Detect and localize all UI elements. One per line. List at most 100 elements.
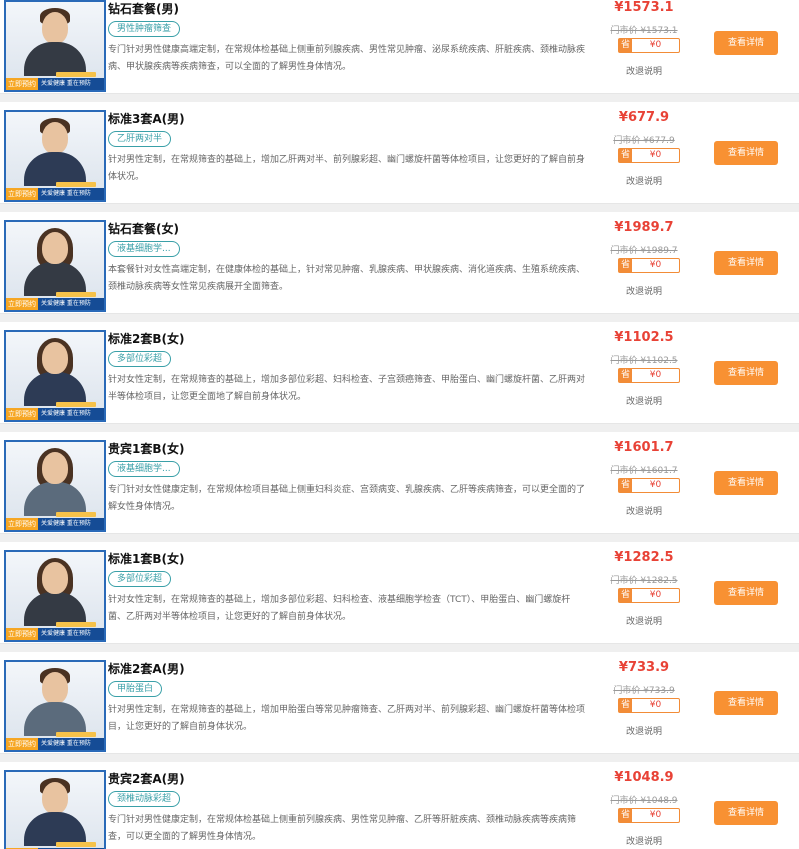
portrait-head [42,342,68,374]
package-title[interactable]: 标准3套A(男) [108,112,185,127]
refund-policy-link[interactable]: 改退说明 [596,284,692,297]
refund-policy-link[interactable]: 改退说明 [596,724,692,737]
package-tag: 多部位彩超 [108,351,172,367]
save-label: 省 [619,39,632,52]
save-label: 省 [619,149,632,162]
package-original-price: 门市价 ¥1102.5 [610,356,678,366]
refund-policy-link[interactable]: 改退说明 [596,834,692,847]
view-details-button[interactable]: 查看详情 [714,471,778,495]
brand-ribbon [56,402,96,407]
brand-slogan: 关爱健康 重在预防 [41,740,91,747]
portrait-body [24,812,86,846]
package-card[interactable]: 立即预约 关爱健康 重在预防 标准2套B(女) 多部位彩超 针对女性定制，在常规… [0,322,799,424]
view-details-button[interactable]: 查看详情 [714,361,778,385]
package-thumbnail[interactable]: 立即预约 关爱健康 重在预防 [4,110,106,202]
save-value: ¥0 [649,370,662,380]
portrait-body [24,262,86,296]
package-original-price: 门市价 ¥677.9 [613,136,675,146]
package-list: 立即预约 关爱健康 重在预防 钻石套餐(男) 男性肿瘤筛查 专门针对男性健康高端… [0,0,799,849]
package-card[interactable]: 立即预约 关爱健康 重在预防 钻石套餐(男) 男性肿瘤筛查 专门针对男性健康高端… [0,0,799,94]
package-description: 专门针对女性健康定制，在常规体检项目基础上侧重妇科炎症、宫颈病变、乳腺疾病、乙肝… [108,485,586,512]
package-description: 针对男性定制，在常规筛查的基础上，增加乙肝两对半、前列腺彩超、幽门螺旋杆菌等体检… [108,155,586,182]
refund-policy-link[interactable]: 改退说明 [596,174,692,187]
package-title[interactable]: 钻石套餐(女) [108,222,179,237]
brand-bar: 立即预约 关爱健康 重在预防 [6,298,104,310]
package-thumbnail[interactable]: 立即预约 关爱健康 重在预防 [4,550,106,642]
package-card[interactable]: 立即预约 关爱健康 重在预防 标准2套A(男) 甲胎蛋白 针对男性定制，在常规筛… [0,652,799,754]
package-card[interactable]: 立即预约 关爱健康 重在预防 贵宾1套B(女) 液基细胞学... 专门针对女性健… [0,432,799,534]
package-original-price: 门市价 ¥1282.5 [610,576,678,586]
brand-bar: 立即预约 关爱健康 重在预防 [6,738,104,750]
portrait-head [42,122,68,154]
package-description: 针对女性定制，在常规筛查的基础上，增加多部位彩超、妇科检查、液基细胞学检查（TC… [108,595,571,622]
view-details-button[interactable]: 查看详情 [714,581,778,605]
package-thumbnail[interactable]: 立即预约 关爱健康 重在预防 [4,440,106,532]
package-price: ¥1102.5 [614,330,674,345]
package-card[interactable]: 立即预约 关爱健康 重在预防 贵宾2套A(男) 颈椎动脉彩超 专门针对男性健康定… [0,762,799,849]
brand-bar: 立即预约 关爱健康 重在预防 [6,78,104,90]
package-title[interactable]: 钻石套餐(男) [108,2,179,17]
view-details-button[interactable]: 查看详情 [714,141,778,165]
portrait-body [24,372,86,406]
view-details-button[interactable]: 查看详情 [714,691,778,715]
package-title[interactable]: 标准1套B(女) [108,552,184,567]
save-value: ¥0 [649,480,662,490]
package-card[interactable]: 立即预约 关爱健康 重在预防 标准3套A(男) 乙肝两对半 针对男性定制，在常规… [0,102,799,204]
save-label: 省 [619,809,632,822]
package-tag: 液基细胞学... [108,241,180,257]
package-title[interactable]: 贵宾2套A(男) [108,772,185,787]
brand-logo: 立即预约 [6,738,38,750]
package-description: 针对男性定制，在常规筛查的基础上，增加甲胎蛋白等常见肿瘤筛查、乙肝两对半、前列腺… [108,705,586,732]
package-title[interactable]: 标准2套A(男) [108,662,185,677]
portrait-head [42,452,68,484]
package-price: ¥733.9 [618,660,670,675]
package-card[interactable]: 立即预约 关爱健康 重在预防 钻石套餐(女) 液基细胞学... 本套餐针对女性高… [0,212,799,314]
refund-policy-link[interactable]: 改退说明 [596,614,692,627]
brand-bar: 立即预约 关爱健康 重在预防 [6,188,104,200]
brand-slogan: 关爱健康 重在预防 [41,300,91,307]
save-label: 省 [619,259,632,272]
view-details-button[interactable]: 查看详情 [714,31,778,55]
save-label: 省 [619,479,632,492]
package-tag: 乙肝两对半 [108,131,172,147]
view-details-button[interactable]: 查看详情 [714,251,778,275]
package-original-price: 门市价 ¥1601.7 [610,466,678,476]
brand-logo: 立即预约 [6,628,38,640]
package-tag: 多部位彩超 [108,571,172,587]
package-price: ¥1601.7 [614,440,674,455]
package-thumbnail[interactable]: 立即预约 关爱健康 重在预防 [4,770,106,849]
package-tag: 颈椎动脉彩超 [108,791,181,807]
save-badge: 省 ¥0 [618,698,680,713]
package-thumbnail[interactable]: 立即预约 关爱健康 重在预防 [4,660,106,752]
brand-slogan: 关爱健康 重在预防 [41,630,91,637]
brand-ribbon [56,182,96,187]
brand-bar: 立即预约 关爱健康 重在预防 [6,408,104,420]
refund-policy-link[interactable]: 改退说明 [596,394,692,407]
brand-slogan: 关爱健康 重在预防 [41,80,91,87]
portrait-body [24,592,86,626]
view-details-button[interactable]: 查看详情 [714,801,778,825]
package-card[interactable]: 立即预约 关爱健康 重在预防 标准1套B(女) 多部位彩超 针对女性定制，在常规… [0,542,799,644]
portrait-body [24,42,86,76]
package-thumbnail[interactable]: 立即预约 关爱健康 重在预防 [4,0,106,92]
refund-policy-link[interactable]: 改退说明 [596,504,692,517]
save-badge: 省 ¥0 [618,478,680,493]
save-value: ¥0 [649,150,662,160]
brand-slogan: 关爱健康 重在预防 [41,410,91,417]
refund-policy-link[interactable]: 改退说明 [596,64,692,77]
brand-ribbon [56,512,96,517]
save-label: 省 [619,369,632,382]
package-price: ¥1048.9 [614,770,674,785]
package-tag: 甲胎蛋白 [108,681,163,697]
package-thumbnail[interactable]: 立即预约 关爱健康 重在预防 [4,330,106,422]
brand-logo: 立即预约 [6,518,38,530]
brand-logo: 立即预约 [6,78,38,90]
portrait-head [42,672,68,704]
package-title[interactable]: 贵宾1套B(女) [108,442,184,457]
package-description: 专门针对男性健康高端定制，在常规体检基础上侧重前列腺疾病、男性常见肿瘤、泌尿系统… [108,45,586,72]
package-thumbnail[interactable]: 立即预约 关爱健康 重在预防 [4,220,106,312]
save-value: ¥0 [649,590,662,600]
package-tag: 男性肿瘤筛查 [108,21,181,37]
package-description: 针对女性定制，在常规筛查的基础上，增加多部位彩超、妇科检查、子宫颈癌筛查、甲胎蛋… [108,375,586,402]
package-title[interactable]: 标准2套B(女) [108,332,184,347]
